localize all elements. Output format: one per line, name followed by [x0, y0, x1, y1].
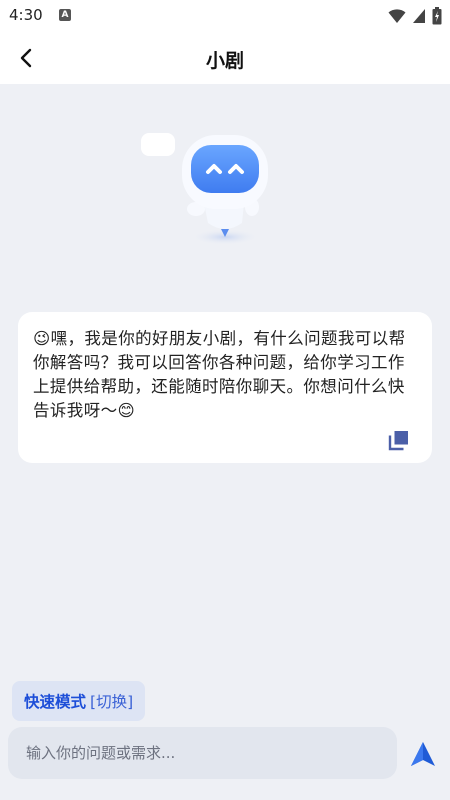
copy-icon[interactable] [388, 429, 410, 451]
message-input[interactable] [24, 743, 381, 763]
message-card: 😉嘿，我是你的好朋友小剧，有什么问题我可以帮你解答吗？我可以回答你各种问题，给你… [18, 312, 432, 463]
message-input-box[interactable] [8, 727, 397, 779]
wifi-icon [388, 9, 406, 23]
mode-toggle-chip[interactable]: 快速模式 [切换] [12, 681, 146, 721]
robot-mascot-icon [141, 133, 268, 245]
notification-a-icon: A [59, 9, 71, 21]
battery-icon [432, 7, 442, 25]
app-header: 小剧 [0, 32, 450, 84]
message-text: 😉嘿，我是你的好朋友小剧，有什么问题我可以帮你解答吗？我可以回答你各种问题，给你… [33, 329, 406, 420]
status-icons [388, 6, 442, 26]
mode-switch-link[interactable]: [切换] [90, 690, 133, 712]
signal-icon [413, 9, 425, 23]
send-icon[interactable] [408, 739, 438, 769]
status-bar: 4:30 A [0, 0, 450, 32]
page-title: 小剧 [205, 50, 244, 72]
status-time: 4:30 [9, 6, 43, 24]
mode-label: 快速模式 [24, 693, 87, 711]
